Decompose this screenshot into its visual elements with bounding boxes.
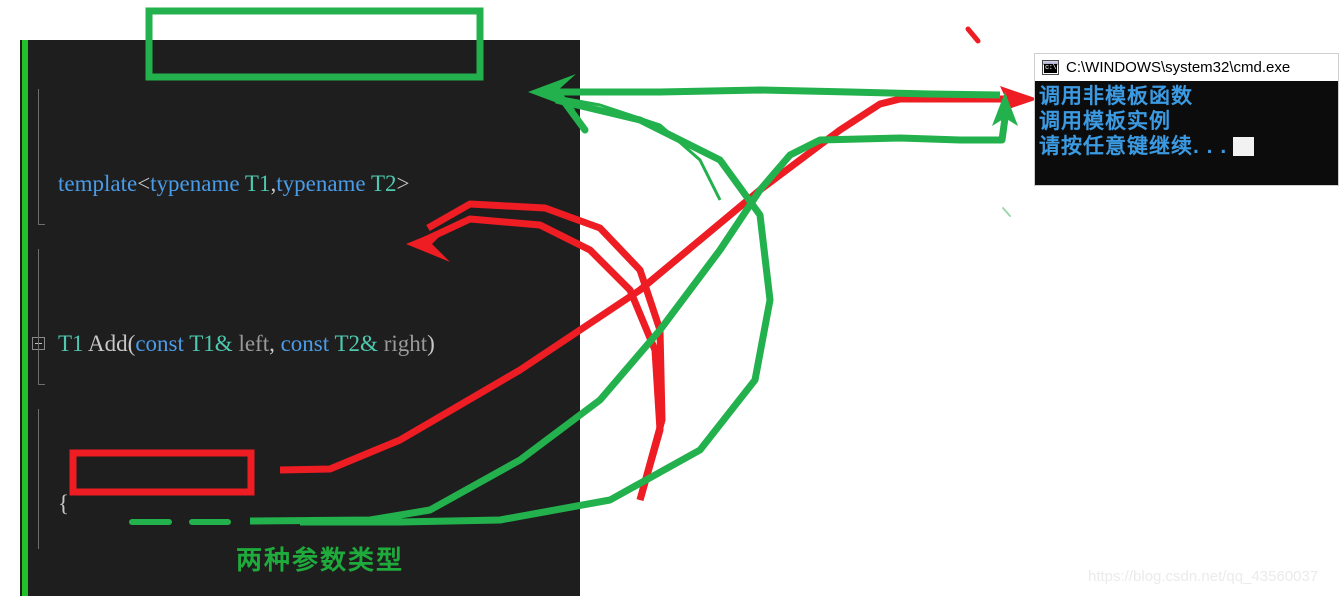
code-line-3[interactable]: { [28,488,580,520]
paren-close-1: ) [427,331,435,356]
angle-close: > [396,171,410,196]
console-line-2: 调用模板实例 [1039,110,1171,133]
fold-guide-end-nontemplate [38,384,45,385]
cmd-icon [1042,60,1059,75]
fold-guide-main [38,409,39,549]
fold-guide-end-template [38,224,45,225]
code-content[interactable]: template<typename T1,typename T2> T1 Add… [28,40,580,596]
code-editor[interactable]: template<typename T1,typename T2> T1 Add… [20,40,580,596]
function-name-add-template: Add [88,331,128,356]
keyword-const-1: const [135,331,184,356]
cmd-title-text: C:\WINDOWS\system32\cmd.exe [1066,59,1291,76]
type-t1-ref: T1& [183,331,233,356]
code-line-2[interactable]: T1 Add(const T1& left, const T2& right) [28,328,580,360]
angle-open: < [137,171,151,196]
comma-2: , [269,331,281,356]
return-type-t1: T1 [58,331,84,356]
keyword-const-2: const [280,331,330,356]
brace-open-1: { [58,491,70,516]
keyword-typename-2: typename [276,171,366,196]
green-arrow-long-sweep [540,86,1001,99]
param-left-1: left [232,331,270,356]
type-param-t2: T2 [365,171,397,196]
param-right-1: right [377,331,428,356]
cmd-console-window[interactable]: C:\WINDOWS\system32\cmd.exe 调用非模板函数 调用模板… [1034,53,1339,186]
console-line-3: 请按任意键继续. . . [1039,134,1338,159]
type-param-t1: T1 [239,171,271,196]
cmd-title-bar[interactable]: C:\WINDOWS\system32\cmd.exe [1035,54,1338,81]
keyword-typename-1: typename [150,171,240,196]
green-annotation-note: 两种参数类型 [236,545,405,575]
red-stray-mark [965,26,981,44]
green-stray-mark [1002,207,1011,217]
watermark: https://blog.csdn.net/qq_43560037 [1088,568,1319,585]
code-line-1[interactable]: template<typename T1,typename T2> [28,168,580,200]
red-arrowhead-console-line1 [1000,86,1038,112]
fold-guide-nontemplate [38,249,39,384]
keyword-template: template [58,171,138,196]
cmd-output-area[interactable]: 调用非模板函数 调用模板实例 请按任意键继续. . . [1035,81,1338,159]
fold-guide-template [38,89,39,224]
green-arrowhead-console-line2 [992,92,1018,126]
console-line-3-text: 请按任意键继续. . . [1039,135,1228,158]
type-t2-ref: T2& [329,331,378,356]
console-line-1: 调用非模板函数 [1039,85,1193,108]
console-cursor [1233,137,1255,156]
